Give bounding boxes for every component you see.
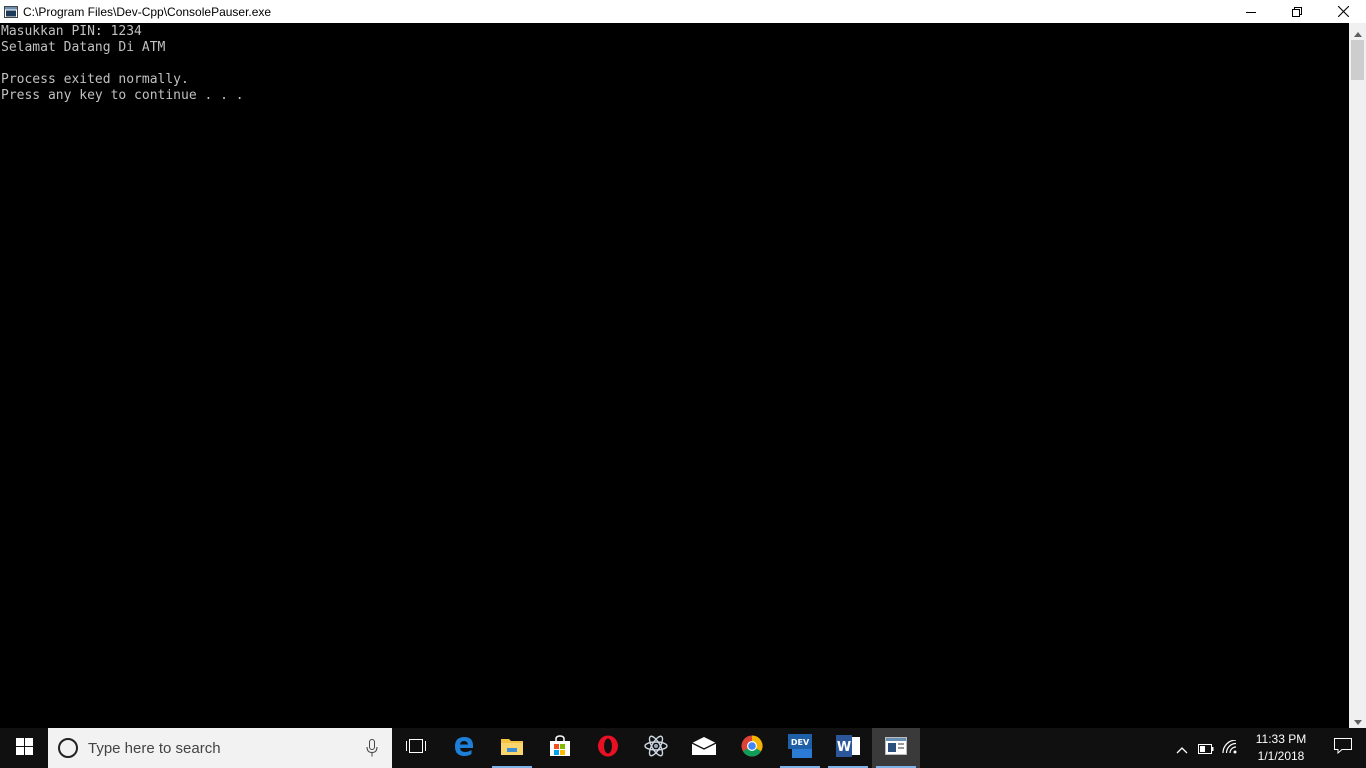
- microphone-icon[interactable]: [366, 739, 378, 757]
- close-icon: [1337, 2, 1349, 21]
- cortana-icon: [58, 738, 78, 758]
- minimize-button[interactable]: [1228, 0, 1274, 23]
- dev-cpp-label: DEV: [791, 738, 810, 747]
- taskbar-chrome[interactable]: [728, 728, 776, 768]
- minimize-icon: [1246, 2, 1256, 21]
- battery-button[interactable]: [1194, 728, 1218, 768]
- console-line: Masukkan PIN: 1234: [1, 24, 142, 39]
- taskbar-edge[interactable]: [440, 728, 488, 768]
- console-line: Selamat Datang Di ATM: [1, 40, 166, 55]
- taskbar-store[interactable]: [536, 728, 584, 768]
- show-hidden-icons-button[interactable]: [1170, 728, 1194, 768]
- word-icon: W: [836, 735, 860, 761]
- scroll-thumb[interactable]: [1351, 40, 1364, 80]
- clock-date: 1/1/2018: [1257, 749, 1305, 763]
- title-bar[interactable]: C:\Program Files\Dev-Cpp\ConsolePauser.e…: [0, 0, 1366, 23]
- notification-icon: [1334, 738, 1352, 758]
- console-app-icon: [885, 737, 907, 759]
- search-placeholder: Type here to search: [88, 739, 221, 757]
- console-window: C:\Program Files\Dev-Cpp\ConsolePauser.e…: [0, 0, 1366, 728]
- task-view-button[interactable]: [392, 728, 440, 768]
- taskbar-dev-cpp[interactable]: DEV: [776, 728, 824, 768]
- scroll-down-icon: [1353, 710, 1362, 729]
- scroll-up-button[interactable]: [1349, 23, 1366, 40]
- scroll-up-icon: [1353, 22, 1362, 41]
- console-output[interactable]: Masukkan PIN: 1234 Selamat Datang Di ATM…: [0, 23, 1349, 728]
- window-title: C:\Program Files\Dev-Cpp\ConsolePauser.e…: [23, 4, 272, 19]
- taskbar-console-pauser[interactable]: [872, 728, 920, 768]
- window-controls: [1228, 0, 1366, 23]
- console-line: Press any key to continue . . .: [1, 88, 244, 103]
- scroll-down-button[interactable]: [1349, 711, 1366, 728]
- store-icon: [549, 735, 571, 761]
- network-button[interactable]: [1218, 728, 1242, 768]
- vertical-scrollbar[interactable]: [1349, 23, 1366, 728]
- word-label: W: [837, 740, 851, 755]
- close-button[interactable]: [1320, 0, 1366, 23]
- taskbar-atom[interactable]: [632, 728, 680, 768]
- opera-icon: [597, 735, 619, 761]
- console-line: Process exited normally.: [1, 72, 189, 87]
- mail-icon: [691, 737, 717, 759]
- restore-button[interactable]: [1274, 0, 1320, 23]
- action-center-button[interactable]: [1320, 728, 1366, 768]
- taskbar-word[interactable]: W: [824, 728, 872, 768]
- taskbar: Type here to search DEV W 11:33 PM 1/1/2…: [0, 728, 1366, 768]
- dev-cpp-icon: DEV: [788, 734, 812, 762]
- edge-icon: [453, 735, 475, 761]
- taskbar-mail[interactable]: [680, 728, 728, 768]
- folder-icon: [501, 737, 523, 759]
- search-box[interactable]: Type here to search: [48, 728, 392, 768]
- windows-logo-icon: [15, 737, 33, 759]
- restore-icon: [1292, 2, 1302, 21]
- battery-icon: [1198, 739, 1214, 758]
- clock-time: 11:33 PM: [1255, 732, 1307, 746]
- chrome-icon: [741, 735, 763, 761]
- console-app-icon[interactable]: [3, 4, 19, 20]
- taskbar-file-explorer[interactable]: [488, 728, 536, 768]
- chevron-up-icon: [1176, 739, 1188, 758]
- atom-icon: [644, 734, 668, 762]
- start-button[interactable]: [0, 728, 48, 768]
- clock[interactable]: 11:33 PM 1/1/2018: [1242, 728, 1320, 768]
- task-view-icon: [405, 738, 427, 758]
- wifi-icon: [1222, 738, 1238, 758]
- taskbar-opera[interactable]: [584, 728, 632, 768]
- system-tray: 11:33 PM 1/1/2018: [1170, 728, 1366, 768]
